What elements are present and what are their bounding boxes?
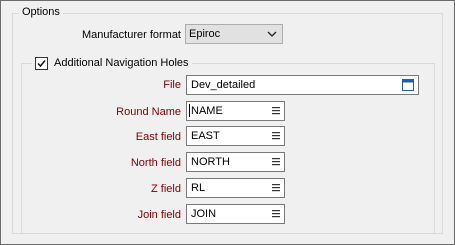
north-field-input[interactable]: NORTH bbox=[186, 152, 285, 172]
list-icon[interactable] bbox=[272, 209, 280, 219]
list-icon[interactable] bbox=[272, 131, 280, 141]
east-field-input[interactable]: EAST bbox=[186, 126, 285, 146]
north-field-value: NORTH bbox=[191, 156, 230, 168]
round-name-value: NAME bbox=[191, 105, 223, 117]
east-field-label: East field bbox=[135, 131, 181, 143]
text-cursor bbox=[189, 104, 190, 117]
list-icon[interactable] bbox=[272, 157, 280, 167]
options-group-title: Options bbox=[19, 5, 63, 20]
round-name-label: Round Name bbox=[116, 106, 181, 118]
navigation-holes-header: Additional Navigation Holes bbox=[32, 55, 192, 71]
z-field-input[interactable]: RL bbox=[186, 178, 285, 198]
join-field-value: JOIN bbox=[191, 208, 217, 220]
file-input[interactable]: Dev_detailed bbox=[186, 75, 419, 95]
join-field-input[interactable]: JOIN bbox=[186, 204, 285, 224]
z-field-value: RL bbox=[191, 182, 206, 194]
checkmark-icon bbox=[37, 59, 46, 67]
list-icon[interactable] bbox=[272, 183, 280, 193]
east-field-value: EAST bbox=[191, 130, 220, 142]
additional-navigation-holes-label[interactable]: Additional Navigation Holes bbox=[54, 56, 189, 70]
north-field-label: North field bbox=[130, 157, 181, 169]
manufacturer-format-dropdown[interactable]: Epiroc bbox=[185, 24, 283, 44]
file-value: Dev_detailed bbox=[191, 79, 256, 91]
list-icon[interactable] bbox=[272, 106, 280, 116]
chevron-down-icon bbox=[267, 27, 277, 41]
additional-navigation-holes-checkbox[interactable] bbox=[35, 56, 48, 70]
z-field-label: Z field bbox=[151, 183, 181, 195]
join-field-label: Join field bbox=[137, 209, 181, 221]
file-label: File bbox=[163, 79, 181, 91]
manufacturer-format-value: Epiroc bbox=[189, 28, 221, 40]
round-name-input[interactable]: NAME bbox=[186, 101, 285, 121]
manufacturer-format-label: Manufacturer format bbox=[81, 29, 181, 41]
browse-icon[interactable] bbox=[402, 79, 414, 91]
